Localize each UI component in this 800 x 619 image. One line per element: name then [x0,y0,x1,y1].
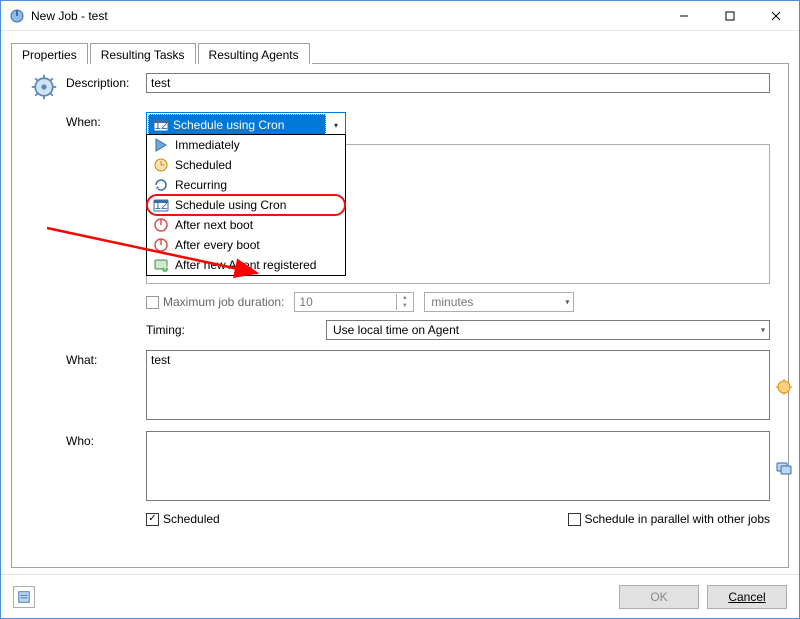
chevron-down-icon: ▾ [565,298,569,307]
button-bar: OK Cancel [1,574,799,618]
max-duration-input[interactable]: 10 ▲▼ [294,292,414,312]
who-label: Who: [66,431,146,448]
when-option-after-every-boot[interactable]: After every boot [147,235,345,255]
what-label: What: [66,350,146,367]
option-label: Immediately [175,138,240,152]
when-option-schedule-cron[interactable]: 12 Schedule using Cron [147,195,345,215]
cancel-button[interactable]: Cancel [707,585,787,609]
chevron-down-icon: ▾ [327,121,345,130]
when-label: When: [66,112,146,129]
parallel-checkbox[interactable]: Schedule in parallel with other jobs [568,512,770,526]
minimize-button[interactable] [661,1,707,31]
tab-resulting-agents[interactable]: Resulting Agents [198,43,310,64]
svg-text:12: 12 [154,118,168,132]
when-selected-label: Schedule using Cron [173,118,284,132]
titlebar: New Job - test [1,1,799,31]
spin-up-icon[interactable]: ▲ [396,294,412,302]
tab-label: Resulting Agents [209,48,299,62]
spin-down-icon[interactable]: ▼ [396,302,412,310]
ok-button[interactable]: OK [619,585,699,609]
max-duration-checkbox[interactable]: Maximum job duration: [146,295,284,309]
ok-label: OK [650,590,667,604]
cancel-label: Cancel [728,590,765,604]
when-option-immediately[interactable]: Immediately [147,135,345,155]
tab-label: Properties [22,48,77,62]
calendar-icon: 12 [153,117,169,133]
timing-label: Timing: [146,323,316,337]
configure-what-button[interactable] [776,379,792,395]
chevron-down-icon: ▾ [761,326,765,335]
boot-icon [153,237,169,253]
option-label: After every boot [175,238,260,252]
tab-resulting-tasks[interactable]: Resulting Tasks [90,43,196,64]
tabstrip: Properties Resulting Tasks Resulting Age… [1,31,799,63]
svg-text:12: 12 [154,198,168,212]
when-dropdown: Immediately Scheduled Recurring 12 Sched… [146,134,346,276]
parallel-label: Schedule in parallel with other jobs [585,512,770,526]
clock-icon [153,157,169,173]
option-label: After next boot [175,218,253,232]
tab-label: Resulting Tasks [101,48,185,62]
calendar-icon: 12 [153,197,169,213]
agent-icon: + [153,257,169,273]
what-textarea[interactable] [146,350,770,420]
svg-text:+: + [161,260,168,273]
configure-who-button[interactable] [776,460,792,476]
option-label: Scheduled [175,158,232,172]
timing-value: Use local time on Agent [333,323,459,337]
description-input[interactable] [146,73,770,93]
max-duration-unit: minutes [431,295,473,309]
option-label: After new Agent registered [175,258,316,272]
option-label: Schedule using Cron [175,198,286,212]
option-label: Recurring [175,178,227,192]
recur-icon [153,177,169,193]
scheduled-checkbox[interactable]: Scheduled [146,512,220,526]
description-label: Description: [66,73,146,90]
window-title: New Job - test [31,9,108,23]
when-option-scheduled[interactable]: Scheduled [147,155,345,175]
when-option-after-next-boot[interactable]: After next boot [147,215,345,235]
boot-icon [153,217,169,233]
properties-panel: Description: When: 12 Schedule using Cro… [11,63,789,568]
play-icon [153,137,169,153]
close-button[interactable] [753,1,799,31]
max-duration-value: 10 [299,295,312,309]
max-duration-unit-select: minutes ▾ [424,292,574,312]
scheduled-label: Scheduled [163,512,220,526]
when-option-after-new-agent[interactable]: + After new Agent registered [147,255,345,275]
window: New Job - test Properties Resulting Task… [0,0,800,619]
app-icon [9,8,25,24]
max-duration-label: Maximum job duration: [163,295,284,309]
job-icon [30,73,58,104]
tab-properties[interactable]: Properties [11,43,88,64]
who-textarea[interactable] [146,431,770,501]
maximize-button[interactable] [707,1,753,31]
timing-select[interactable]: Use local time on Agent ▾ [326,320,770,340]
details-button[interactable] [13,586,35,608]
when-option-recurring[interactable]: Recurring [147,175,345,195]
